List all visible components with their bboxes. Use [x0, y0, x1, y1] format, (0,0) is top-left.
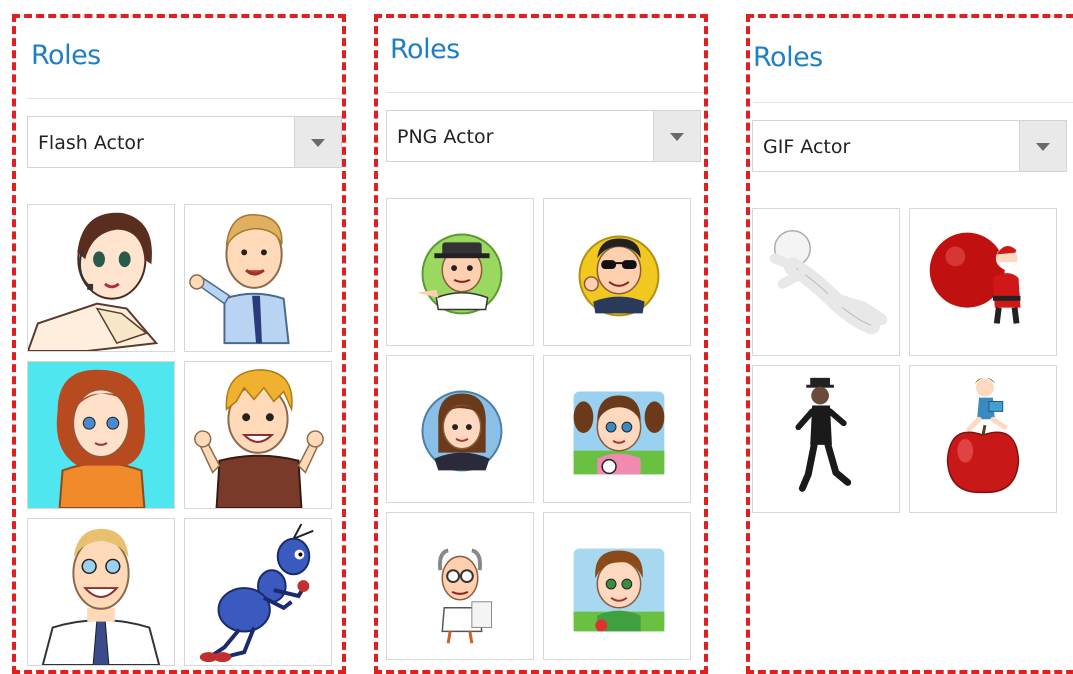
title-divider: [27, 98, 342, 99]
title-divider: [386, 92, 704, 93]
chevron-down-icon: [1036, 143, 1050, 151]
actor-tile[interactable]: [386, 512, 534, 660]
man-presenting-icon: [189, 214, 290, 345]
man-with-sunglasses-avatar-icon: [578, 235, 660, 317]
actor-tile[interactable]: [752, 208, 900, 356]
panel-title: Roles: [753, 42, 823, 73]
man-with-hat-avatar-icon: [416, 233, 503, 315]
old-scientist-avatar-icon: [437, 548, 493, 644]
roles-panel-flash: Roles Flash Actor: [12, 14, 346, 674]
businesswoman-with-headset-icon: [28, 212, 159, 351]
actor-tile[interactable]: [27, 518, 175, 666]
dropdown-button[interactable]: [294, 117, 341, 167]
white-3d-figure-lying-icon: [769, 229, 888, 335]
actor-type-select[interactable]: Flash Actor: [27, 116, 342, 168]
actor-type-value: GIF Actor: [763, 136, 851, 158]
roles-panel-png: Roles PNG Actor: [374, 14, 708, 674]
chevron-down-icon: [670, 133, 684, 141]
title-divider: [753, 102, 1073, 103]
red-haired-woman-icon: [28, 362, 174, 508]
dropdown-button[interactable]: [1019, 121, 1066, 171]
actor-tile[interactable]: [909, 208, 1057, 356]
boy-outdoors-avatar-icon: [573, 548, 665, 632]
santa-with-sack-icon: [929, 232, 1022, 324]
smiling-businessman-icon: [41, 528, 161, 665]
actor-tile[interactable]: [184, 518, 332, 666]
actor-tile[interactable]: [543, 355, 691, 503]
actor-type-value: Flash Actor: [38, 132, 144, 154]
actor-tile[interactable]: [184, 361, 332, 509]
actor-tile[interactable]: [386, 198, 534, 346]
actor-tile[interactable]: [27, 204, 175, 352]
actor-type-select[interactable]: PNG Actor: [386, 110, 701, 162]
actor-tile[interactable]: [543, 512, 691, 660]
chevron-down-icon: [311, 139, 325, 147]
girl-with-pigtails-avatar-icon: [573, 391, 665, 475]
panel-title: Roles: [390, 34, 460, 65]
panel-title: Roles: [31, 40, 101, 71]
actor-type-value: PNG Actor: [397, 126, 494, 148]
actor-tile[interactable]: [184, 204, 332, 352]
actor-tile[interactable]: [386, 355, 534, 503]
walking-blue-ant-icon: [199, 523, 314, 663]
actor-type-select[interactable]: GIF Actor: [752, 120, 1067, 172]
actor-tile[interactable]: [27, 361, 175, 509]
businesswoman-avatar-icon: [421, 390, 503, 472]
actor-tile[interactable]: [909, 365, 1057, 513]
actor-tile[interactable]: [752, 365, 900, 513]
dropdown-button[interactable]: [653, 111, 700, 161]
cheering-boy-icon: [194, 369, 324, 508]
actor-tile[interactable]: [543, 198, 691, 346]
roles-panel-gif: Roles GIF Actor: [746, 14, 1073, 674]
dancing-man-in-black-icon: [795, 377, 852, 492]
girl-reading-on-apple-icon: [946, 377, 1020, 494]
